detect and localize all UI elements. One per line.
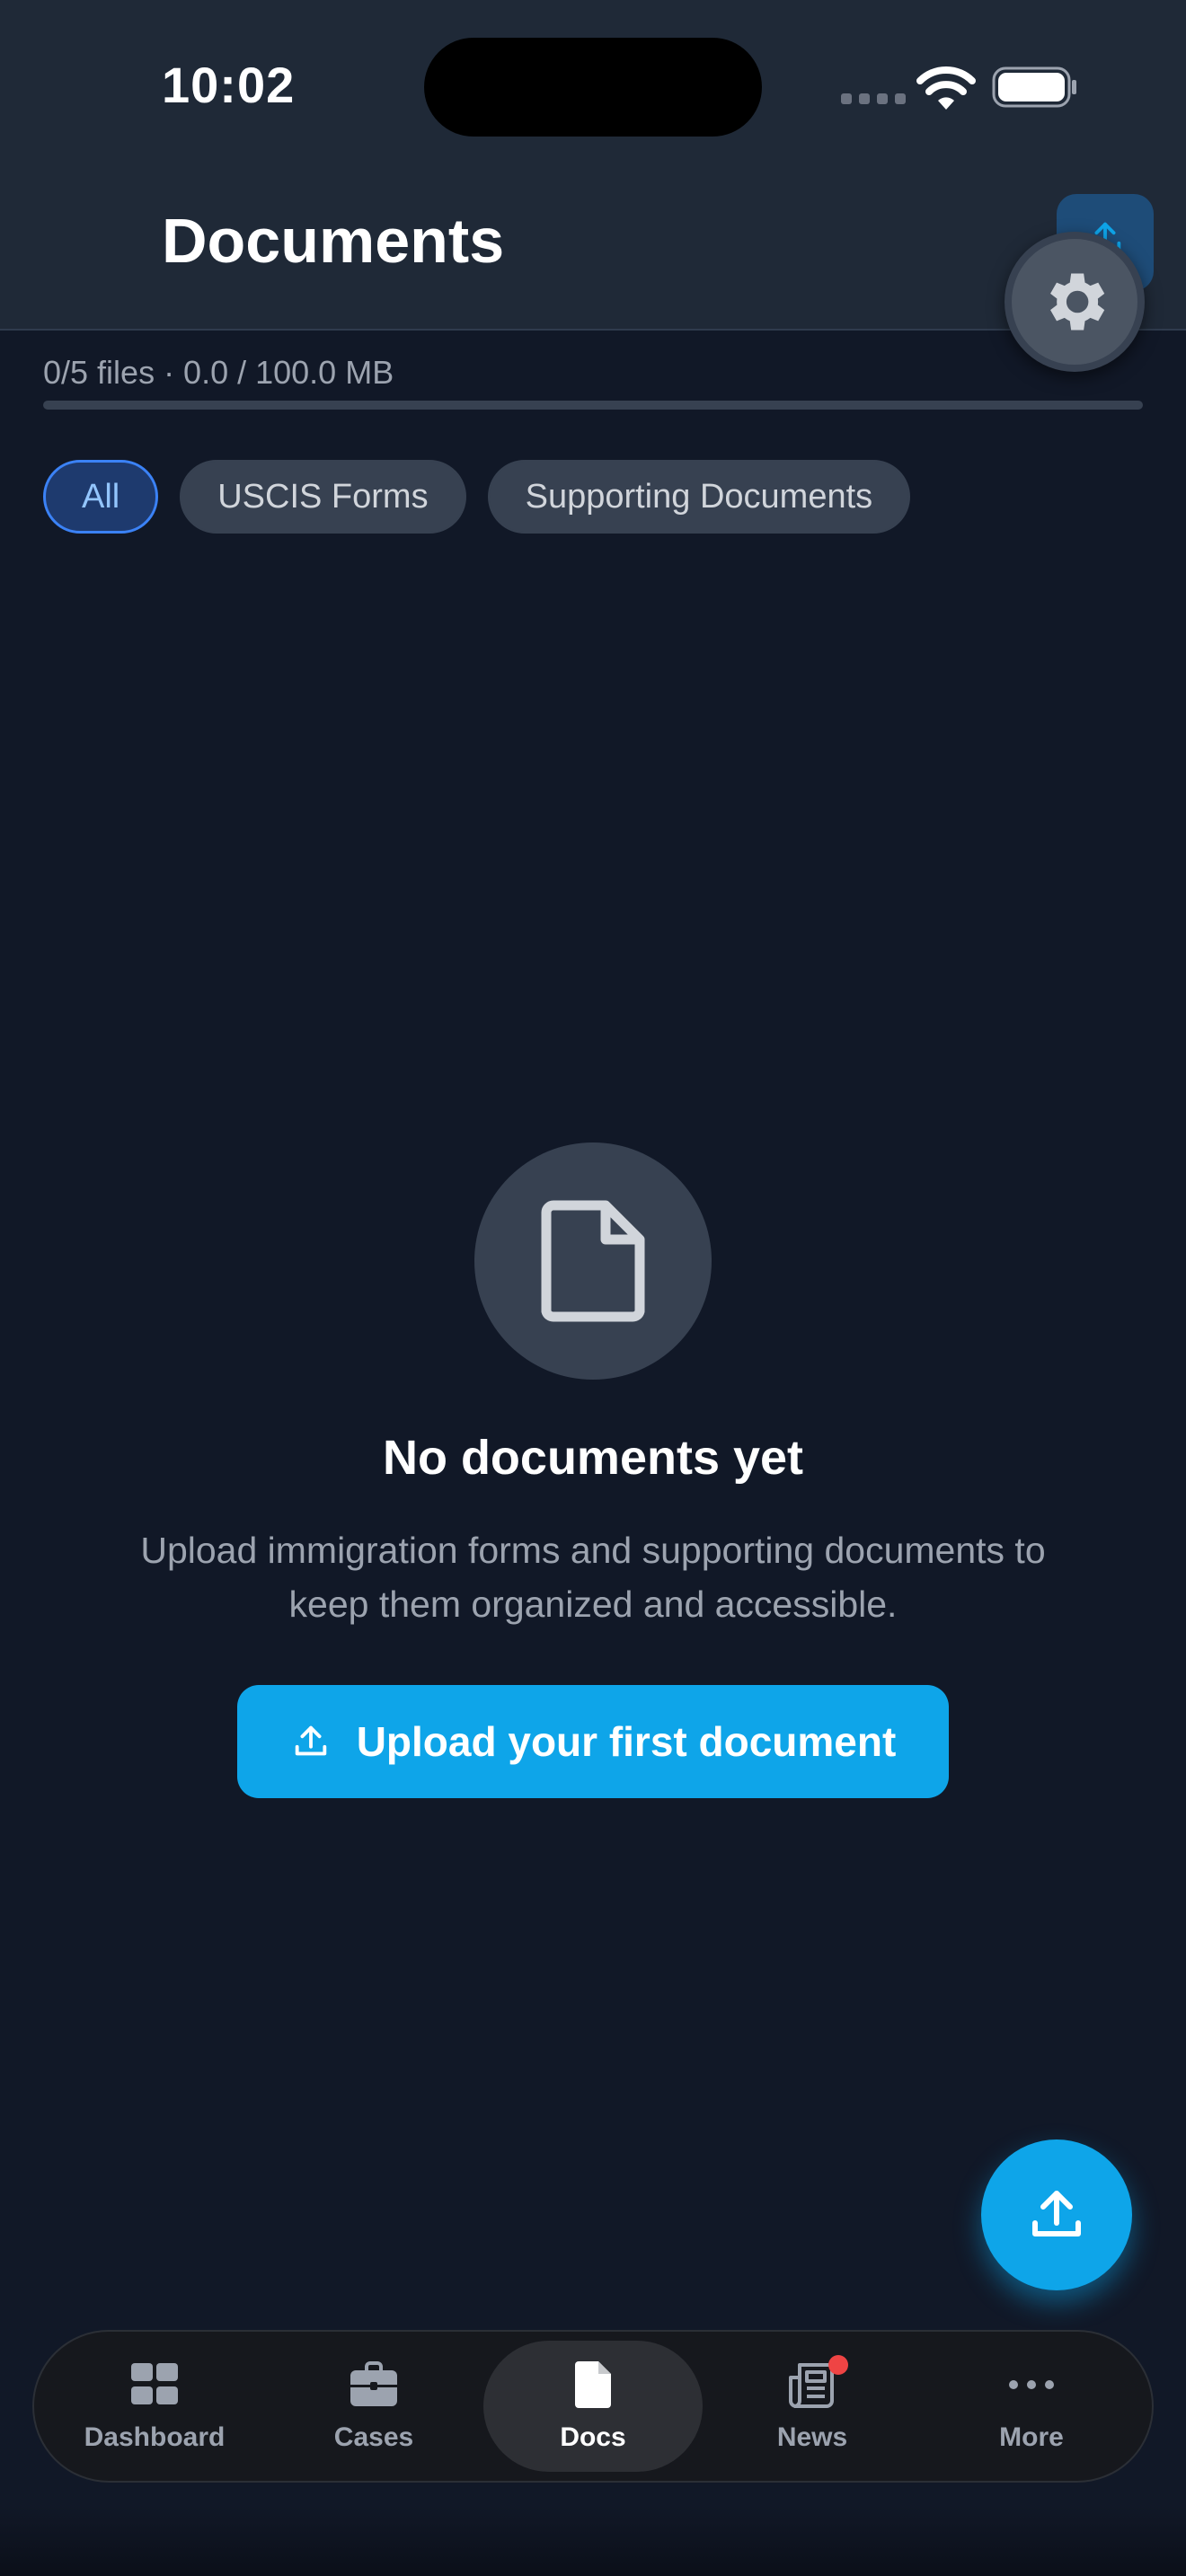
storage-summary: 0/5 files · 0.0 / 100.0 MB: [43, 354, 394, 391]
filter-chip-supporting-documents[interactable]: Supporting Documents: [487, 460, 911, 534]
tab-docs[interactable]: Docs: [483, 2341, 703, 2472]
briefcase-icon: [350, 2361, 397, 2406]
tab-more-label: More: [999, 2422, 1064, 2452]
news-badge: [828, 2355, 848, 2375]
header: 10:02 Documents: [0, 0, 1186, 372]
tab-dashboard[interactable]: Dashboard: [45, 2341, 264, 2472]
status-time: 10:02: [162, 57, 296, 113]
gear-icon: [1050, 273, 1105, 331]
empty-state-description: Upload immigration forms and supporting …: [140, 1530, 1046, 1625]
filter-chip-uscis-forms[interactable]: USCIS Forms: [180, 460, 466, 534]
tab-cases[interactable]: Cases: [264, 2341, 483, 2472]
empty-state-title: No documents yet: [382, 1431, 804, 1485]
upload-first-document-button[interactable]: Upload your first document: [237, 1685, 949, 1798]
upload-fab-button[interactable]: [981, 2139, 1132, 2290]
upload-icon: [295, 1725, 326, 1756]
filter-chips: All USCIS Forms Supporting Documents: [43, 460, 911, 534]
upload-first-document-label: Upload your first document: [356, 1718, 897, 1765]
documents-screen: 10:02 Documents 0/5 files · 0.0 / 100.0 …: [0, 0, 1186, 2576]
tab-news-label: News: [776, 2422, 848, 2452]
dynamic-island: [424, 38, 762, 137]
empty-state-icon-circle: [474, 1142, 712, 1380]
battery-icon: [992, 66, 1076, 108]
document-icon: [575, 2361, 611, 2408]
upload-icon: [1032, 2191, 1081, 2236]
tab-news[interactable]: News: [703, 2341, 922, 2472]
tab-docs-label: Docs: [560, 2422, 626, 2452]
filter-chip-all[interactable]: All: [43, 460, 159, 534]
bottom-tab-bar: Dashboard Cases Docs News More: [32, 2330, 1154, 2483]
grid-icon: [131, 2363, 178, 2404]
tab-dashboard-label: Dashboard: [84, 2422, 226, 2452]
page-title: Documents: [162, 206, 505, 276]
more-icon: [1009, 2380, 1054, 2389]
cellular-signal-icon: [841, 93, 906, 104]
settings-button[interactable]: [1005, 232, 1145, 372]
storage-progress-bar: [43, 401, 1143, 410]
wifi-icon: [916, 66, 976, 110]
document-icon: [541, 1200, 645, 1322]
tab-cases-label: Cases: [333, 2422, 414, 2452]
tab-more[interactable]: More: [922, 2341, 1141, 2472]
home-indicator-area: [0, 2506, 1186, 2576]
